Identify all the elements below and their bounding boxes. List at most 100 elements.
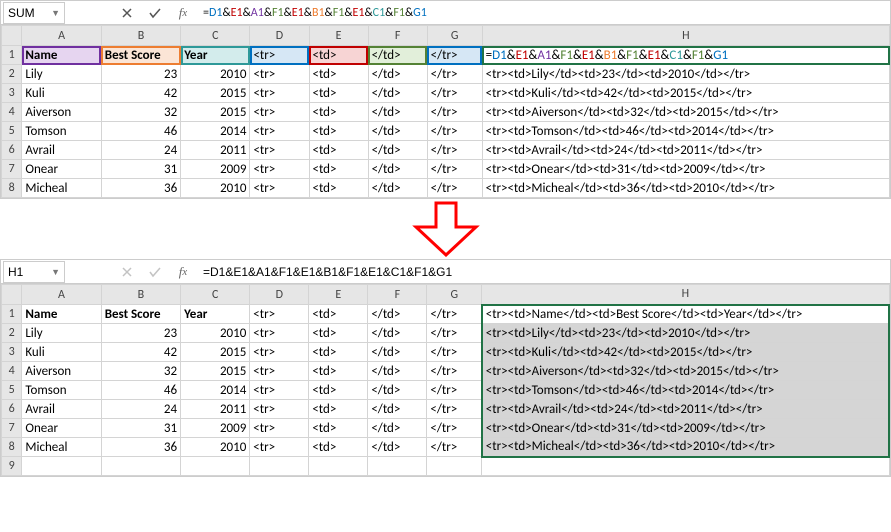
cell-B3[interactable]: 42: [101, 343, 180, 362]
row-header[interactable]: 2: [2, 324, 22, 343]
formula-input-bottom[interactable]: =D1&E1&A1&F1&E1&B1&F1&E1&C1&F1&G1: [197, 261, 890, 283]
cell-C3[interactable]: 2015: [181, 343, 250, 362]
cell-A8[interactable]: Micheal: [22, 438, 101, 457]
cell-G5[interactable]: </tr>: [427, 122, 482, 141]
chevron-down-icon[interactable]: ▼: [51, 8, 60, 18]
row-header[interactable]: 8: [2, 179, 22, 198]
cell-B8[interactable]: 36: [101, 179, 180, 198]
cell-F3[interactable]: </td>: [368, 84, 427, 103]
row-header[interactable]: 9: [2, 457, 22, 476]
fx-icon[interactable]: fx: [169, 261, 197, 283]
cell-E3[interactable]: <td>: [309, 84, 368, 103]
cell-E6[interactable]: <td>: [309, 400, 368, 419]
sheet-top[interactable]: ABCDEFGH1NameBest ScoreYear<tr><td></td>…: [1, 25, 890, 198]
enter-icon[interactable]: [141, 261, 169, 283]
row-header[interactable]: 7: [2, 160, 22, 179]
cell-G3[interactable]: </tr>: [427, 84, 482, 103]
cancel-icon[interactable]: [113, 2, 141, 24]
cell-C6[interactable]: 2011: [181, 141, 250, 160]
cell-G1[interactable]: </tr>: [427, 46, 482, 65]
row-header[interactable]: 4: [2, 362, 22, 381]
cell-F4[interactable]: </td>: [368, 362, 427, 381]
cell-C4[interactable]: 2015: [181, 362, 250, 381]
cell-A1[interactable]: Name: [22, 305, 101, 324]
cell-E1[interactable]: <td>: [309, 46, 368, 65]
row-header[interactable]: 7: [2, 419, 22, 438]
cell-A7[interactable]: Onear: [22, 419, 101, 438]
cell-B9[interactable]: [101, 457, 180, 476]
cell-B7[interactable]: 31: [101, 160, 180, 179]
cell-G7[interactable]: </tr>: [427, 160, 482, 179]
col-header-H[interactable]: H: [482, 285, 889, 305]
col-header-A[interactable]: A: [22, 26, 101, 46]
cell-H2[interactable]: <tr><td>Lily</td><td>23</td><td>2010</td…: [482, 65, 889, 84]
row-header[interactable]: 6: [2, 141, 22, 160]
cell-G4[interactable]: </tr>: [427, 362, 482, 381]
cell-G2[interactable]: </tr>: [427, 324, 482, 343]
cell-D4[interactable]: <tr>: [250, 103, 309, 122]
cell-E9[interactable]: [309, 457, 368, 476]
cell-D6[interactable]: <tr>: [250, 141, 309, 160]
cell-H1[interactable]: <tr><td>Name</td><td>Best Score</td><td>…: [482, 305, 889, 324]
cell-D8[interactable]: <tr>: [250, 438, 309, 457]
cell-B3[interactable]: 42: [101, 84, 180, 103]
cell-E2[interactable]: <td>: [309, 324, 368, 343]
fx-icon[interactable]: fx: [169, 2, 197, 24]
col-header-E[interactable]: E: [309, 285, 368, 305]
cell-F4[interactable]: </td>: [368, 103, 427, 122]
cell-H3[interactable]: <tr><td>Kuli</td><td>42</td><td>2015</td…: [482, 343, 889, 362]
cell-G6[interactable]: </tr>: [427, 141, 482, 160]
cell-D5[interactable]: <tr>: [250, 381, 309, 400]
cell-A7[interactable]: Onear: [22, 160, 101, 179]
select-all-corner[interactable]: [2, 285, 22, 305]
row-header[interactable]: 4: [2, 103, 22, 122]
cell-A2[interactable]: Lily: [22, 324, 101, 343]
cell-D7[interactable]: <tr>: [250, 160, 309, 179]
cell-C8[interactable]: 2010: [181, 438, 250, 457]
cell-F1[interactable]: </td>: [368, 46, 427, 65]
cell-E8[interactable]: <td>: [309, 438, 368, 457]
cell-E6[interactable]: <td>: [309, 141, 368, 160]
cell-D1[interactable]: <tr>: [250, 46, 309, 65]
row-header[interactable]: 5: [2, 122, 22, 141]
cell-A1[interactable]: Name: [22, 46, 101, 65]
cell-E8[interactable]: <td>: [309, 179, 368, 198]
cell-C4[interactable]: 2015: [181, 103, 250, 122]
cell-C5[interactable]: 2014: [181, 381, 250, 400]
cell-F2[interactable]: </td>: [368, 65, 427, 84]
sheet-bottom[interactable]: ABCDEFGH1NameBest ScoreYear<tr><td></td>…: [1, 284, 890, 476]
cell-B5[interactable]: 46: [101, 381, 180, 400]
cell-H7[interactable]: <tr><td>Onear</td><td>31</td><td>2009</t…: [482, 419, 889, 438]
cell-G8[interactable]: </tr>: [427, 179, 482, 198]
cell-F8[interactable]: </td>: [368, 438, 427, 457]
cell-G3[interactable]: </tr>: [427, 343, 482, 362]
cell-C9[interactable]: [181, 457, 250, 476]
cell-A3[interactable]: Kuli: [22, 343, 101, 362]
cell-E2[interactable]: <td>: [309, 65, 368, 84]
cell-A8[interactable]: Micheal: [22, 179, 101, 198]
cell-E4[interactable]: <td>: [309, 362, 368, 381]
cell-A6[interactable]: Avrail: [22, 141, 101, 160]
cell-H9[interactable]: [482, 457, 889, 476]
cell-H5[interactable]: <tr><td>Tomson</td><td>46</td><td>2014</…: [482, 122, 889, 141]
col-header-D[interactable]: D: [250, 285, 309, 305]
cell-H4[interactable]: <tr><td>Aiverson</td><td>32</td><td>2015…: [482, 362, 889, 381]
cell-H6[interactable]: <tr><td>Avrail</td><td>24</td><td>2011</…: [482, 400, 889, 419]
row-header[interactable]: 6: [2, 400, 22, 419]
cell-B4[interactable]: 32: [101, 362, 180, 381]
cell-B2[interactable]: 23: [101, 324, 180, 343]
cell-E5[interactable]: <td>: [309, 381, 368, 400]
cell-B7[interactable]: 31: [101, 419, 180, 438]
cell-H1[interactable]: =D1&E1&A1&F1&E1&B1&F1&E1&C1&F1&G1: [482, 46, 889, 65]
cell-D8[interactable]: <tr>: [250, 179, 309, 198]
cell-C5[interactable]: 2014: [181, 122, 250, 141]
cell-A6[interactable]: Avrail: [22, 400, 101, 419]
cell-D1[interactable]: <tr>: [250, 305, 309, 324]
cell-B2[interactable]: 23: [101, 65, 180, 84]
cell-D2[interactable]: <tr>: [250, 65, 309, 84]
cell-F6[interactable]: </td>: [368, 141, 427, 160]
col-header-G[interactable]: G: [427, 26, 482, 46]
cell-D9[interactable]: [250, 457, 309, 476]
cell-F6[interactable]: </td>: [368, 400, 427, 419]
cell-G9[interactable]: [427, 457, 482, 476]
